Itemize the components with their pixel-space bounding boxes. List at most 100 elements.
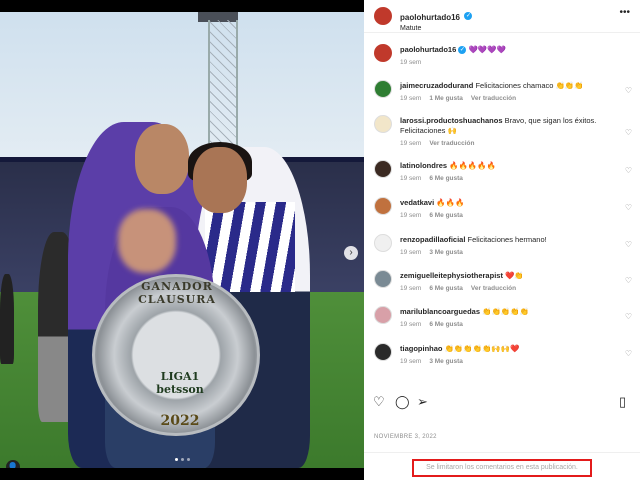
post-panel: paolohurtado16 ✓ Matute ••• paolohurtado… xyxy=(364,0,640,480)
comment-time[interactable]: 19 sem xyxy=(400,95,421,102)
comment-row: latinolondres 🔥🔥🔥🔥🔥 19 sem 6 Me gusta ♡ xyxy=(364,160,640,190)
comment-row: zemiguelleitephysiotherapist ❤️👏 19 sem 6 … xyxy=(364,270,640,300)
comment-username[interactable]: zemiguelleitephysiotherapist xyxy=(400,271,503,280)
comment-time[interactable]: 19 sem xyxy=(400,212,421,219)
comment-username[interactable]: marilublancoarguedas xyxy=(400,307,480,316)
comment-text-line: marilublancoarguedas 👏👏👏👏👏 xyxy=(400,307,618,317)
caption-time[interactable]: 19 sem xyxy=(400,59,421,66)
comments-limited-notice: Se limitaron los comentarios en esta pub… xyxy=(412,459,592,477)
photo-child-head xyxy=(118,209,176,273)
heart-icon[interactable]: ♡ xyxy=(373,394,385,410)
photo-tower xyxy=(208,20,238,160)
comment-likes[interactable]: 6 Me gusta xyxy=(429,321,463,328)
author-username[interactable]: paolohurtado16 xyxy=(400,13,460,22)
comment-text-line: vedatkavi 🔥🔥🔥 xyxy=(400,198,618,208)
comment-meta: 19 sem 3 Me gusta xyxy=(400,358,471,365)
comment-row: vedatkavi 🔥🔥🔥 19 sem 6 Me gusta ♡ xyxy=(364,197,640,227)
comment-username[interactable]: renzopadillaoficial xyxy=(400,235,465,244)
heart-icon[interactable]: ♡ xyxy=(625,349,632,358)
comment-reply[interactable]: Ver traducción xyxy=(429,140,474,147)
comment-avatar[interactable] xyxy=(374,270,392,288)
verified-icon: ✓ xyxy=(464,11,473,20)
heart-icon[interactable]: ♡ xyxy=(625,128,632,137)
carousel-dot xyxy=(174,458,178,461)
comment-avatar[interactable] xyxy=(374,160,392,178)
next-photo-button[interactable]: › xyxy=(344,246,358,260)
heart-icon[interactable]: ♡ xyxy=(625,312,632,321)
comment-likes[interactable]: 3 Me gusta xyxy=(429,358,463,365)
caption-username[interactable]: paolohurtado16 xyxy=(400,45,456,54)
comment-text-line: tiagopinhao 👏👏👏👏👏🙌🙌❤️ xyxy=(400,344,618,354)
header-text: paolohurtado16 ✓ Matute xyxy=(400,7,473,32)
user-tag-icon[interactable]: 👤 xyxy=(6,460,20,468)
caption-avatar[interactable] xyxy=(374,44,392,62)
comment-username[interactable]: jaimecruzadodurand xyxy=(400,81,473,90)
trophy-mid-text: LIGA1 betsson xyxy=(156,370,204,396)
caption-text-line: paolohurtado16 ✓ 💜💜💜💜 xyxy=(400,45,618,55)
divider xyxy=(364,452,640,453)
comment-time[interactable]: 19 sem xyxy=(400,249,421,256)
comment-avatar[interactable] xyxy=(374,80,392,98)
heart-icon[interactable]: ♡ xyxy=(625,203,632,212)
comment-time[interactable]: 19 sem xyxy=(400,175,421,182)
author-avatar[interactable] xyxy=(374,7,392,25)
trophy-year: 2022 xyxy=(160,413,200,429)
bookmark-icon[interactable]: ▯ xyxy=(619,394,626,410)
comment-text-line: renzopadillaoficial Felicitaciones herma… xyxy=(400,235,618,245)
comment-avatar[interactable] xyxy=(374,197,392,215)
action-bar: ♡ ◯ ➢ ▯ xyxy=(364,390,640,414)
comment-time[interactable]: 19 sem xyxy=(400,358,421,365)
comment-text: 🔥🔥🔥🔥🔥 xyxy=(449,161,496,170)
caption-text: 💜💜💜💜 xyxy=(468,45,506,54)
comment-text: 👏👏👏👏👏🙌🙌❤️ xyxy=(444,344,520,353)
comment-icon[interactable]: ◯ xyxy=(395,394,410,410)
comment-meta: 19 sem 3 Me gusta xyxy=(400,249,471,256)
more-icon[interactable]: ••• xyxy=(619,7,630,18)
app-root: GANADOR CLAUSURA LIGA1 betsson 2022 › 👤 … xyxy=(0,0,640,480)
comment-text-line: larossi.productoshuachanos Bravo, que si… xyxy=(400,116,618,136)
heart-icon[interactable]: ♡ xyxy=(625,276,632,285)
comment-likes[interactable]: 1 Me gusta xyxy=(429,95,463,102)
comment-reply[interactable]: Ver traducción xyxy=(471,95,516,102)
comment-avatar[interactable] xyxy=(374,306,392,324)
verified-icon: ✓ xyxy=(458,46,467,55)
comment-text: Felicitaciones chamaco 👏👏👏 xyxy=(475,81,584,90)
heart-icon[interactable]: ♡ xyxy=(625,240,632,249)
comment-meta: 19 sem Ver traducción xyxy=(400,140,482,147)
comment-row: larossi.productoshuachanos Bravo, que si… xyxy=(364,115,640,147)
photo-man-head xyxy=(135,124,189,194)
comment-likes[interactable]: 6 Me gusta xyxy=(429,285,463,292)
post-location[interactable]: Matute xyxy=(400,25,472,32)
comment-time[interactable]: 19 sem xyxy=(400,321,421,328)
comment-likes[interactable]: 3 Me gusta xyxy=(429,249,463,256)
comment-username[interactable]: vedatkavi xyxy=(400,198,434,207)
comment-avatar[interactable] xyxy=(374,115,392,133)
comment-row: tiagopinhao 👏👏👏👏👏🙌🙌❤️ 19 sem 3 Me gusta ♡ xyxy=(364,343,640,373)
post-photo[interactable]: GANADOR CLAUSURA LIGA1 betsson 2022 › 👤 xyxy=(0,12,364,468)
comment-username[interactable]: larossi.productoshuachanos xyxy=(400,116,503,125)
heart-icon[interactable]: ♡ xyxy=(625,166,632,175)
comment-time[interactable]: 19 sem xyxy=(400,140,421,147)
comment-username[interactable]: latinolondres xyxy=(400,161,447,170)
photo-bg-person xyxy=(0,274,14,364)
comment-avatar[interactable] xyxy=(374,234,392,252)
comment-text-line: zemiguelleitephysiotherapist ❤️👏 xyxy=(400,271,618,281)
comment-reply[interactable]: Ver traducción xyxy=(471,285,516,292)
carousel-dot xyxy=(180,458,184,461)
comment-username[interactable]: tiagopinhao xyxy=(400,344,443,353)
comment-meta: 19 sem 6 Me gusta Ver traducción xyxy=(400,285,524,292)
comment-likes[interactable]: 6 Me gusta xyxy=(429,175,463,182)
share-icon[interactable]: ➢ xyxy=(417,394,428,410)
caption-meta: 19 sem xyxy=(400,59,429,66)
comment-avatar[interactable] xyxy=(374,343,392,361)
comment-text: 👏👏👏👏👏 xyxy=(482,307,529,316)
heart-icon[interactable]: ♡ xyxy=(625,86,632,95)
comment-text: 🔥🔥🔥 xyxy=(436,198,465,207)
comment-likes[interactable]: 6 Me gusta xyxy=(429,212,463,219)
carousel-dots xyxy=(170,458,194,462)
comment-time[interactable]: 19 sem xyxy=(400,285,421,292)
comment-meta: 19 sem 6 Me gusta xyxy=(400,212,471,219)
comment-text-line: latinolondres 🔥🔥🔥🔥🔥 xyxy=(400,161,618,171)
comment-text: Felicitaciones hermano! xyxy=(467,235,547,244)
post-date[interactable]: NOVIEMBRE 3, 2022 xyxy=(374,434,437,440)
